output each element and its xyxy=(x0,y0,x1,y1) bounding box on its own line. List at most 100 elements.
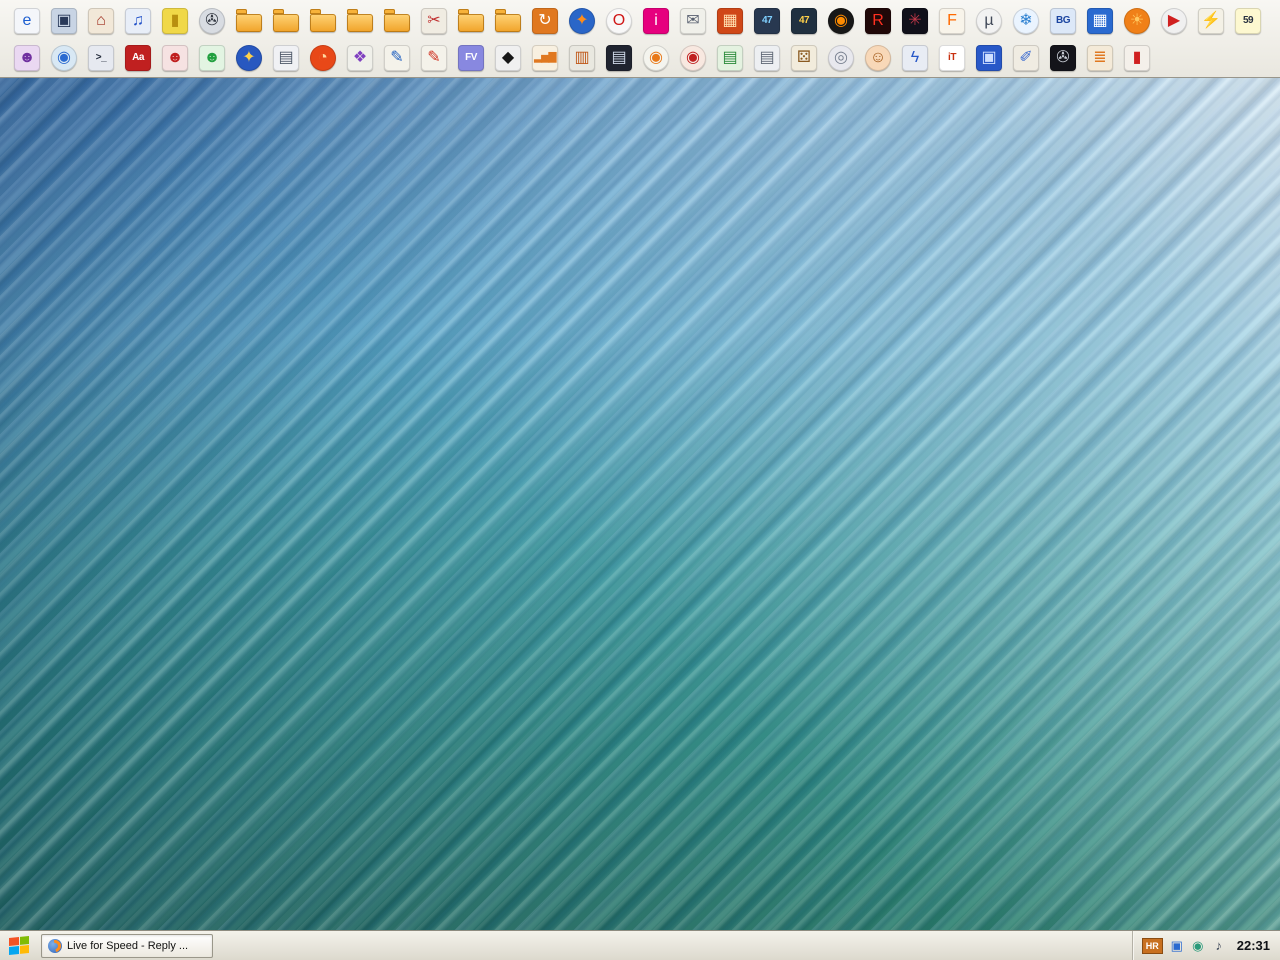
folder-icon[interactable] xyxy=(491,4,525,38)
display-icon-glyph: ▣ xyxy=(56,11,72,29)
orange-ball-icon-glyph: ☀ xyxy=(1129,11,1145,29)
yellow-can-icon[interactable]: ▮ xyxy=(158,4,192,38)
orange-ball-icon[interactable]: ☀ xyxy=(1120,4,1154,38)
it-doc-icon[interactable]: iT xyxy=(935,41,969,75)
orange-orb-icon[interactable]: ◔ xyxy=(306,41,340,75)
thermometer-icon-art: ▮ xyxy=(1124,44,1150,71)
media-player-icon[interactable]: ▶ xyxy=(1157,4,1191,38)
mail-icon[interactable]: ✉ xyxy=(676,4,710,38)
double-lightning-icon[interactable]: ⚡ xyxy=(1194,4,1228,38)
opera-icon[interactable]: O xyxy=(602,4,636,38)
red-eye-icon-art: ◉ xyxy=(680,44,706,71)
pen-utility-icon[interactable]: ✐ xyxy=(1009,41,1043,75)
dice-icon[interactable]: ⚄ xyxy=(787,41,821,75)
green-window-icon[interactable]: ▤ xyxy=(713,41,747,75)
red-r-icon[interactable]: R xyxy=(861,4,895,38)
internet-explorer-icon-art: e xyxy=(14,7,40,34)
folder-icon[interactable] xyxy=(269,4,303,38)
purple-user-icon[interactable]: ☻ xyxy=(10,41,44,75)
blender-icon[interactable]: ◉ xyxy=(639,41,673,75)
folder-icon[interactable] xyxy=(454,4,488,38)
color-cubes-icon[interactable]: ❖ xyxy=(343,41,377,75)
language-indicator[interactable]: HR xyxy=(1141,937,1163,954)
gray-window-icon-glyph: ▤ xyxy=(759,48,775,66)
wallpaper[interactable] xyxy=(0,78,1280,930)
utorrent-icon[interactable]: µ xyxy=(972,4,1006,38)
blue-quill-icon-art: ✎ xyxy=(384,44,410,71)
filmstrip-icon-art: ▤ xyxy=(606,44,632,71)
purple-user-icon-art: ☻ xyxy=(14,44,40,71)
folder-icon[interactable] xyxy=(380,4,414,38)
home-icon[interactable]: ⌂ xyxy=(84,4,118,38)
red-eye-icon[interactable]: ◉ xyxy=(676,41,710,75)
volume-59-icon[interactable]: 59 xyxy=(1231,4,1265,38)
blue-quill-icon[interactable]: ✎ xyxy=(380,41,414,75)
grid-faces-icon[interactable]: ▦ xyxy=(713,4,747,38)
vinyl-disc-icon[interactable]: ◉ xyxy=(824,4,858,38)
music-note-icon[interactable]: ♫ xyxy=(121,4,155,38)
folder-icon[interactable] xyxy=(343,4,377,38)
firefox-icon[interactable]: ✦ xyxy=(565,4,599,38)
folder-icon-art xyxy=(347,8,373,32)
flame-f-icon[interactable]: F xyxy=(935,4,969,38)
taskbar-clock[interactable]: 22:31 xyxy=(1237,938,1274,953)
face-icon[interactable]: ☺ xyxy=(861,41,895,75)
bg-app-icon[interactable]: BG xyxy=(1046,4,1080,38)
gray-window-icon[interactable]: ▤ xyxy=(750,41,784,75)
notes-window-icon[interactable]: ▤ xyxy=(269,41,303,75)
internet-explorer-icon[interactable]: e xyxy=(10,4,44,38)
media-player-icon-glyph: ▶ xyxy=(1167,11,1181,29)
thermometer-icon[interactable]: ▮ xyxy=(1120,41,1154,75)
folder-icon[interactable] xyxy=(232,4,266,38)
s-lightning-icon[interactable]: ϟ xyxy=(898,41,932,75)
lightning-47-icon[interactable]: 47 xyxy=(750,4,784,38)
red-book-icon[interactable]: Aa xyxy=(121,41,155,75)
terminal-icon[interactable]: >_ xyxy=(84,41,118,75)
taskbar-window-label: Live for Speed - Reply ... xyxy=(67,939,189,952)
black-fan-icon[interactable]: ✇ xyxy=(1046,41,1080,75)
bar-chart-icon[interactable]: ▂▅▇ xyxy=(528,41,562,75)
lightning-47-alt-icon[interactable]: 47 xyxy=(787,4,821,38)
filmstrip-icon[interactable]: ▤ xyxy=(602,41,636,75)
green-window-icon-glyph: ▤ xyxy=(722,48,738,66)
red-quill-icon[interactable]: ✎ xyxy=(417,41,451,75)
dice-icon-art: ⚄ xyxy=(791,44,817,71)
red-user-icon[interactable]: ☻ xyxy=(158,41,192,75)
floppy-save-icon-art: ▣ xyxy=(976,44,1002,71)
home-icon-art: ⌂ xyxy=(88,7,114,34)
cut-tools-icon[interactable]: ✂ xyxy=(417,4,451,38)
terminal-icon-art: >_ xyxy=(88,44,114,71)
compass-icon[interactable]: ✦ xyxy=(232,41,266,75)
package-recycle-icon[interactable]: ↻ xyxy=(528,4,562,38)
display-icon-art: ▣ xyxy=(51,7,77,34)
volume-icon[interactable]: ♪ xyxy=(1210,937,1228,955)
inkscape-icon-glyph: ◆ xyxy=(501,48,515,66)
black-fan-icon-art: ✇ xyxy=(1050,44,1076,71)
inkscape-icon[interactable]: ◆ xyxy=(491,41,525,75)
firefox-icon-glyph: ✦ xyxy=(575,11,589,29)
lightning-47-icon-glyph: 47 xyxy=(761,14,773,26)
dvd-icon-art: ◎ xyxy=(828,44,854,71)
folder-icon[interactable] xyxy=(306,4,340,38)
dvd-icon[interactable]: ◎ xyxy=(824,41,858,75)
fv-app-icon[interactable]: FV xyxy=(454,41,488,75)
voice-globe-icon[interactable]: ◉ xyxy=(47,41,81,75)
floppy-save-icon-glyph: ▣ xyxy=(981,48,997,66)
display-icon[interactable]: ▣ xyxy=(47,4,81,38)
start-button[interactable] xyxy=(2,933,36,959)
snowflake-icon[interactable]: ❄ xyxy=(1009,4,1043,38)
orange-stack-icon[interactable]: ≣ xyxy=(1083,41,1117,75)
dark-burst-icon[interactable]: ✳ xyxy=(898,4,932,38)
columns-window-icon[interactable]: ▥ xyxy=(565,41,599,75)
gray-window-icon-art: ▤ xyxy=(754,44,780,71)
pink-i-icon[interactable]: i xyxy=(639,4,673,38)
round-app-icon[interactable]: ◉ xyxy=(1189,937,1207,955)
network-monitors-icon[interactable]: ▣ xyxy=(1168,937,1186,955)
floppy-save-icon[interactable]: ▣ xyxy=(972,41,1006,75)
taskbar: Live for Speed - Reply ... HR ▣ ◉ ♪ 22:31 xyxy=(0,930,1280,960)
film-reel-icon[interactable]: ✇ xyxy=(195,4,229,38)
green-user-icon[interactable]: ☻ xyxy=(195,41,229,75)
blue-grid-icon[interactable]: ▦ xyxy=(1083,4,1117,38)
taskbar-window-button[interactable]: Live for Speed - Reply ... xyxy=(41,933,213,958)
mail-icon-glyph: ✉ xyxy=(686,11,700,29)
